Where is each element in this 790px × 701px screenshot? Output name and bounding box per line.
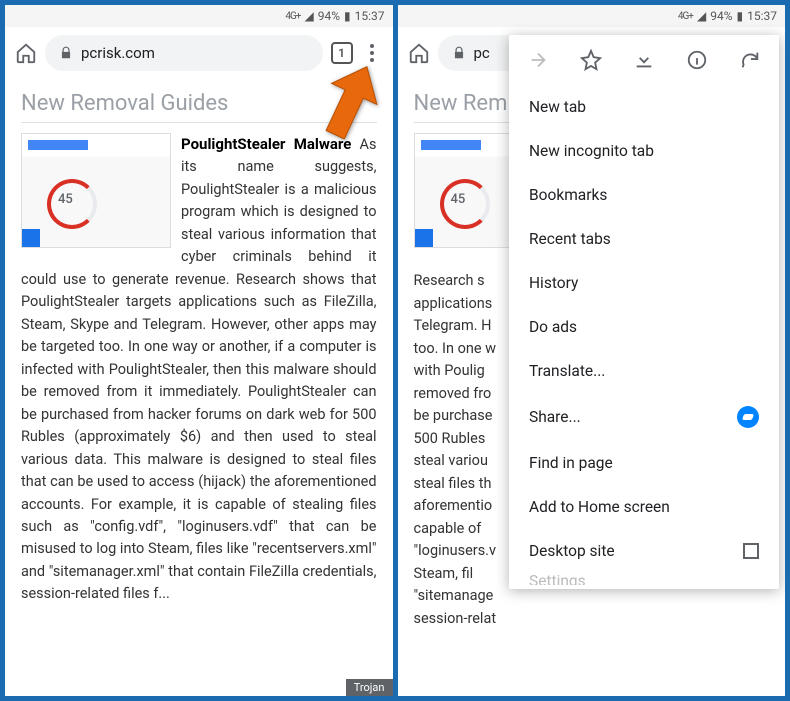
signal-icon: ◢ [697, 9, 706, 23]
tab-switcher[interactable]: 1 [331, 42, 353, 64]
page-content: New Removal Guides 45 PoulightStealer Ma… [5, 79, 393, 696]
battery-percent: 94% [710, 9, 732, 23]
signal-icon: ◢ [304, 9, 313, 23]
menu-button[interactable] [361, 44, 383, 62]
forward-icon[interactable] [527, 49, 549, 71]
battery-icon: ▮ [737, 9, 744, 23]
overflow-menu: New tab New incognito tab Bookmarks Rece… [509, 35, 779, 589]
category-badge: Trojan [346, 679, 393, 696]
menu-desktop-site[interactable]: Desktop site [509, 529, 779, 573]
battery-percent: 94% [318, 9, 340, 23]
menu-new-incognito[interactable]: New incognito tab [509, 129, 779, 173]
menu-add-home[interactable]: Add to Home screen [509, 485, 779, 529]
menu-history[interactable]: History [509, 261, 779, 305]
article: 45 PoulightStealer Malware As its name s… [21, 133, 377, 606]
messenger-icon [737, 406, 759, 428]
network-label: 4G+ [285, 11, 300, 22]
lock-icon [59, 46, 73, 60]
lock-icon [452, 46, 466, 60]
clock: 15:37 [355, 9, 385, 23]
home-icon[interactable] [408, 42, 430, 64]
status-bar: 4G+ ◢ 94% ▮ 15:37 [398, 5, 786, 27]
menu-share[interactable]: Share... [509, 393, 779, 441]
network-label: 4G+ [678, 11, 693, 22]
article-title[interactable]: PoulightStealer Malware [181, 135, 351, 153]
home-icon[interactable] [15, 42, 37, 64]
menu-find-in-page[interactable]: Find in page [509, 441, 779, 485]
star-icon[interactable] [580, 49, 602, 71]
menu-recent-tabs[interactable]: Recent tabs [509, 217, 779, 261]
checkbox-icon[interactable] [743, 543, 759, 559]
menu-downloads[interactable]: Do ads [509, 305, 779, 349]
download-icon[interactable] [633, 49, 655, 71]
article-thumbnail[interactable]: 45 [21, 133, 171, 248]
battery-icon: ▮ [344, 9, 351, 23]
menu-translate[interactable]: Translate... [509, 349, 779, 393]
address-bar[interactable]: pcrisk.com [45, 35, 323, 71]
menu-bookmarks[interactable]: Bookmarks [509, 173, 779, 217]
status-bar: 4G+ ◢ 94% ▮ 15:37 [5, 5, 393, 27]
url-text: pc [474, 44, 490, 62]
clock: 15:37 [747, 9, 777, 23]
menu-icon-row [509, 35, 779, 85]
section-heading: New Removal Guides [21, 91, 377, 123]
right-screenshot: 4G+ ◢ 94% ▮ 15:37 pc New Rem 45 criminal… [398, 5, 786, 696]
browser-toolbar: pcrisk.com 1 [5, 27, 393, 79]
left-screenshot: 4G+ ◢ 94% ▮ 15:37 pcrisk.com 1 New Remov… [5, 5, 393, 696]
menu-settings-peek[interactable]: Settings [509, 573, 779, 585]
url-text: pcrisk.com [81, 44, 155, 62]
refresh-icon[interactable] [739, 49, 761, 71]
menu-new-tab[interactable]: New tab [509, 85, 779, 129]
info-icon[interactable] [686, 49, 708, 71]
